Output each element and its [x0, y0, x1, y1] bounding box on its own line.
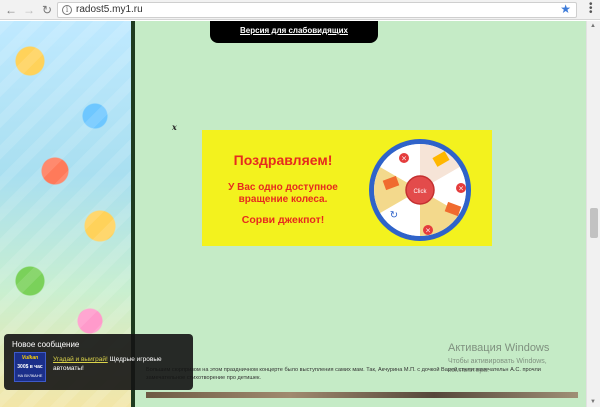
windows-activation-line-1: Чтобы активировать Windows,: [448, 358, 547, 365]
svg-text:×: ×: [425, 227, 431, 235]
promo-banner[interactable]: Поздравляем! У Вас одно доступное вращен…: [202, 130, 492, 246]
address-bar[interactable]: i radost5.my1.ru ★: [57, 2, 577, 18]
windows-activation-line-2: компьютера.: [448, 367, 490, 374]
info-icon[interactable]: i: [62, 5, 72, 15]
page-scrollbar[interactable]: ▲ ▼: [586, 21, 600, 407]
forward-arrow-icon[interactable]: →: [22, 3, 36, 17]
article-image-strip: [146, 392, 578, 398]
menu-icon[interactable]: • • •: [589, 0, 593, 18]
casino-logo-icon[interactable]: Vulkan 300$ в час НА ВУЛКАНЕ: [14, 352, 46, 382]
wheel-click-label: Click: [414, 189, 428, 195]
windows-activation-title: Активация Windows: [448, 342, 550, 354]
banner-line-2: вращение колеса.: [238, 194, 328, 205]
windows-activation-text: Чтобы активировать Windows, компьютера.: [448, 357, 578, 375]
url-text[interactable]: radost5.my1.ru: [76, 4, 143, 15]
logo-offer: 300$ в час: [17, 364, 43, 370]
scroll-down-arrow-icon[interactable]: ▼: [590, 399, 596, 405]
banner-close-icon[interactable]: x: [172, 122, 177, 132]
scroll-up-arrow-icon[interactable]: ▲: [590, 23, 596, 29]
message-notification[interactable]: Новое сообщение Vulkan 300$ в час НА ВУЛ…: [4, 334, 193, 390]
svg-text:×: ×: [401, 155, 407, 163]
banner-jackpot: Сорви джекпот!: [241, 214, 325, 226]
svg-text:×: ×: [458, 185, 464, 193]
reload-icon[interactable]: ↻: [40, 3, 54, 17]
logo-brand: Vulkan: [21, 355, 39, 361]
scrollbar-thumb[interactable]: [590, 208, 598, 238]
banner-title: Поздравляем!: [233, 152, 333, 168]
prize-wheel-icon[interactable]: × × × ↻ Click: [368, 138, 472, 242]
logo-caption: НА ВУЛКАНЕ: [17, 373, 43, 378]
banner-line-1: У Вас одно доступное: [228, 182, 338, 193]
notification-link[interactable]: Угадай и выиграй!: [53, 356, 108, 363]
back-arrow-icon[interactable]: ←: [4, 3, 18, 17]
notification-body: Угадай и выиграй! Щедрые игровые автомат…: [53, 355, 183, 373]
svg-text:↻: ↻: [390, 210, 398, 221]
star-icon[interactable]: ★: [560, 2, 571, 16]
notification-title: Новое сообщение: [12, 340, 80, 349]
browser-toolbar: ← → ↻ i radost5.my1.ru ★ • • •: [0, 0, 600, 20]
accessibility-version-button[interactable]: Версия для слабовидящих: [210, 21, 378, 43]
